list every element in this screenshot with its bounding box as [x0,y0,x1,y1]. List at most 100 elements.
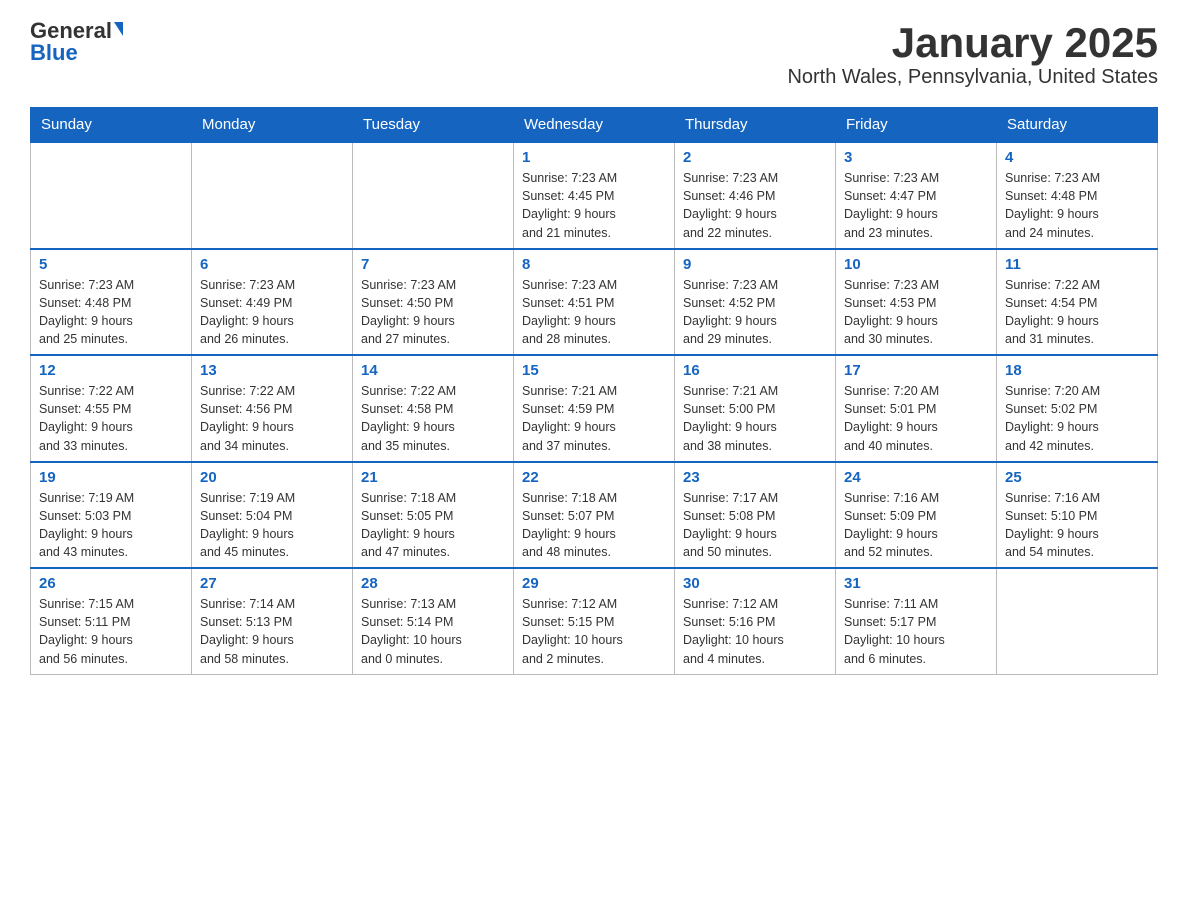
day-info: Sunrise: 7:19 AMSunset: 5:04 PMDaylight:… [200,489,344,562]
day-number: 23 [683,469,827,486]
logo: General Blue [30,20,123,64]
day-info: Sunrise: 7:23 AMSunset: 4:50 PMDaylight:… [361,276,505,349]
day-info: Sunrise: 7:14 AMSunset: 5:13 PMDaylight:… [200,595,344,668]
calendar-cell: 6 Sunrise: 7:23 AMSunset: 4:49 PMDaylight… [192,249,353,356]
day-number: 6 [200,256,344,273]
day-info: Sunrise: 7:22 AMSunset: 4:55 PMDaylight:… [39,382,183,455]
day-info: Sunrise: 7:16 AMSunset: 5:10 PMDaylight:… [1005,489,1149,562]
calendar-cell: 14 Sunrise: 7:22 AMSunset: 4:58 PMDayligh… [353,355,514,462]
calendar-cell: 22 Sunrise: 7:18 AMSunset: 5:07 PMDayligh… [514,462,675,569]
calendar-cell: 18 Sunrise: 7:20 AMSunset: 5:02 PMDayligh… [997,355,1158,462]
day-number: 15 [522,362,666,379]
day-info: Sunrise: 7:16 AMSunset: 5:09 PMDaylight:… [844,489,988,562]
day-number: 29 [522,575,666,592]
day-number: 22 [522,469,666,486]
day-number: 9 [683,256,827,273]
day-info: Sunrise: 7:23 AMSunset: 4:53 PMDaylight:… [844,276,988,349]
day-number: 25 [1005,469,1149,486]
week-row: 12 Sunrise: 7:22 AMSunset: 4:55 PMDayligh… [31,355,1158,462]
logo-blue-text: Blue [30,42,78,64]
day-info: Sunrise: 7:11 AMSunset: 5:17 PMDaylight:… [844,595,988,668]
calendar-cell: 10 Sunrise: 7:23 AMSunset: 4:53 PMDayligh… [836,249,997,356]
day-info: Sunrise: 7:23 AMSunset: 4:52 PMDaylight:… [683,276,827,349]
page-header: General Blue January 2025 North Wales, P… [30,20,1158,89]
calendar-cell: 7 Sunrise: 7:23 AMSunset: 4:50 PMDaylight… [353,249,514,356]
col-thursday: Thursday [675,108,836,143]
week-row: 1Sunrise: 7:23 AMSunset: 4:45 PMDaylight… [31,142,1158,249]
day-number: 10 [844,256,988,273]
col-sunday: Sunday [31,108,192,143]
day-number: 14 [361,362,505,379]
calendar-header-row: Sunday Monday Tuesday Wednesday Thursday… [31,108,1158,143]
day-number: 8 [522,256,666,273]
calendar-cell: 11 Sunrise: 7:22 AMSunset: 4:54 PMDayligh… [997,249,1158,356]
day-info: Sunrise: 7:23 AMSunset: 4:48 PMDaylight:… [39,276,183,349]
day-info: Sunrise: 7:23 AMSunset: 4:46 PMDaylight:… [683,169,827,242]
day-info: Sunrise: 7:23 AMSunset: 4:47 PMDaylight:… [844,169,988,242]
calendar-cell: 5 Sunrise: 7:23 AMSunset: 4:48 PMDaylight… [31,249,192,356]
calendar-cell: 30 Sunrise: 7:12 AMSunset: 5:16 PMDayligh… [675,568,836,674]
day-info: Sunrise: 7:22 AMSunset: 4:58 PMDaylight:… [361,382,505,455]
calendar-cell: 27 Sunrise: 7:14 AMSunset: 5:13 PMDayligh… [192,568,353,674]
day-number: 18 [1005,362,1149,379]
day-number: 4 [1005,149,1149,166]
calendar-cell: 13Sunrise: 7:22 AMSunset: 4:56 PMDayligh… [192,355,353,462]
day-info: Sunrise: 7:12 AMSunset: 5:16 PMDaylight:… [683,595,827,668]
day-info: Sunrise: 7:20 AMSunset: 5:01 PMDaylight:… [844,382,988,455]
day-info: Sunrise: 7:22 AMSunset: 4:54 PMDaylight:… [1005,276,1149,349]
calendar-cell [353,142,514,249]
day-number: 16 [683,362,827,379]
calendar-cell: 28Sunrise: 7:13 AMSunset: 5:14 PMDayligh… [353,568,514,674]
day-number: 17 [844,362,988,379]
calendar-table: Sunday Monday Tuesday Wednesday Thursday… [30,107,1158,675]
day-number: 12 [39,362,183,379]
day-info: Sunrise: 7:15 AMSunset: 5:11 PMDaylight:… [39,595,183,668]
week-row: 5 Sunrise: 7:23 AMSunset: 4:48 PMDaylight… [31,249,1158,356]
calendar-cell: 15Sunrise: 7:21 AMSunset: 4:59 PMDayligh… [514,355,675,462]
calendar-cell: 24 Sunrise: 7:16 AMSunset: 5:09 PMDayligh… [836,462,997,569]
calendar-cell: 17 Sunrise: 7:20 AMSunset: 5:01 PMDayligh… [836,355,997,462]
calendar-cell: 26 Sunrise: 7:15 AMSunset: 5:11 PMDayligh… [31,568,192,674]
calendar-cell: 20 Sunrise: 7:19 AMSunset: 5:04 PMDayligh… [192,462,353,569]
day-info: Sunrise: 7:23 AMSunset: 4:48 PMDaylight:… [1005,169,1149,242]
calendar-cell: 8 Sunrise: 7:23 AMSunset: 4:51 PMDaylight… [514,249,675,356]
day-number: 31 [844,575,988,592]
calendar-title: January 2025 [787,20,1158,66]
day-info: Sunrise: 7:12 AMSunset: 5:15 PMDaylight:… [522,595,666,668]
day-number: 24 [844,469,988,486]
calendar-cell [192,142,353,249]
calendar-cell: 31 Sunrise: 7:11 AMSunset: 5:17 PMDayligh… [836,568,997,674]
day-number: 26 [39,575,183,592]
calendar-cell [997,568,1158,674]
day-info: Sunrise: 7:20 AMSunset: 5:02 PMDaylight:… [1005,382,1149,455]
day-number: 7 [361,256,505,273]
day-number: 19 [39,469,183,486]
col-friday: Friday [836,108,997,143]
day-info: Sunrise: 7:23 AMSunset: 4:49 PMDaylight:… [200,276,344,349]
day-info: Sunrise: 7:21 AMSunset: 5:00 PMDaylight:… [683,382,827,455]
day-info: Sunrise: 7:18 AMSunset: 5:07 PMDaylight:… [522,489,666,562]
day-number: 28 [361,575,505,592]
calendar-cell: 16 Sunrise: 7:21 AMSunset: 5:00 PMDayligh… [675,355,836,462]
day-number: 2 [683,149,827,166]
calendar-cell: 29 Sunrise: 7:12 AMSunset: 5:15 PMDayligh… [514,568,675,674]
day-number: 5 [39,256,183,273]
day-number: 20 [200,469,344,486]
calendar-cell: 19 Sunrise: 7:19 AMSunset: 5:03 PMDayligh… [31,462,192,569]
day-number: 27 [200,575,344,592]
day-number: 3 [844,149,988,166]
logo-general-text: General [30,20,112,42]
calendar-subtitle: North Wales, Pennsylvania, United States [787,66,1158,89]
day-number: 11 [1005,256,1149,273]
calendar-cell: 12 Sunrise: 7:22 AMSunset: 4:55 PMDayligh… [31,355,192,462]
day-info: Sunrise: 7:17 AMSunset: 5:08 PMDaylight:… [683,489,827,562]
day-info: Sunrise: 7:19 AMSunset: 5:03 PMDaylight:… [39,489,183,562]
logo-arrow-icon [114,22,123,36]
day-info: Sunrise: 7:23 AMSunset: 4:51 PMDaylight:… [522,276,666,349]
col-saturday: Saturday [997,108,1158,143]
col-tuesday: Tuesday [353,108,514,143]
calendar-cell: 1Sunrise: 7:23 AMSunset: 4:45 PMDaylight… [514,142,675,249]
day-number: 30 [683,575,827,592]
col-wednesday: Wednesday [514,108,675,143]
day-number: 1 [522,149,666,166]
